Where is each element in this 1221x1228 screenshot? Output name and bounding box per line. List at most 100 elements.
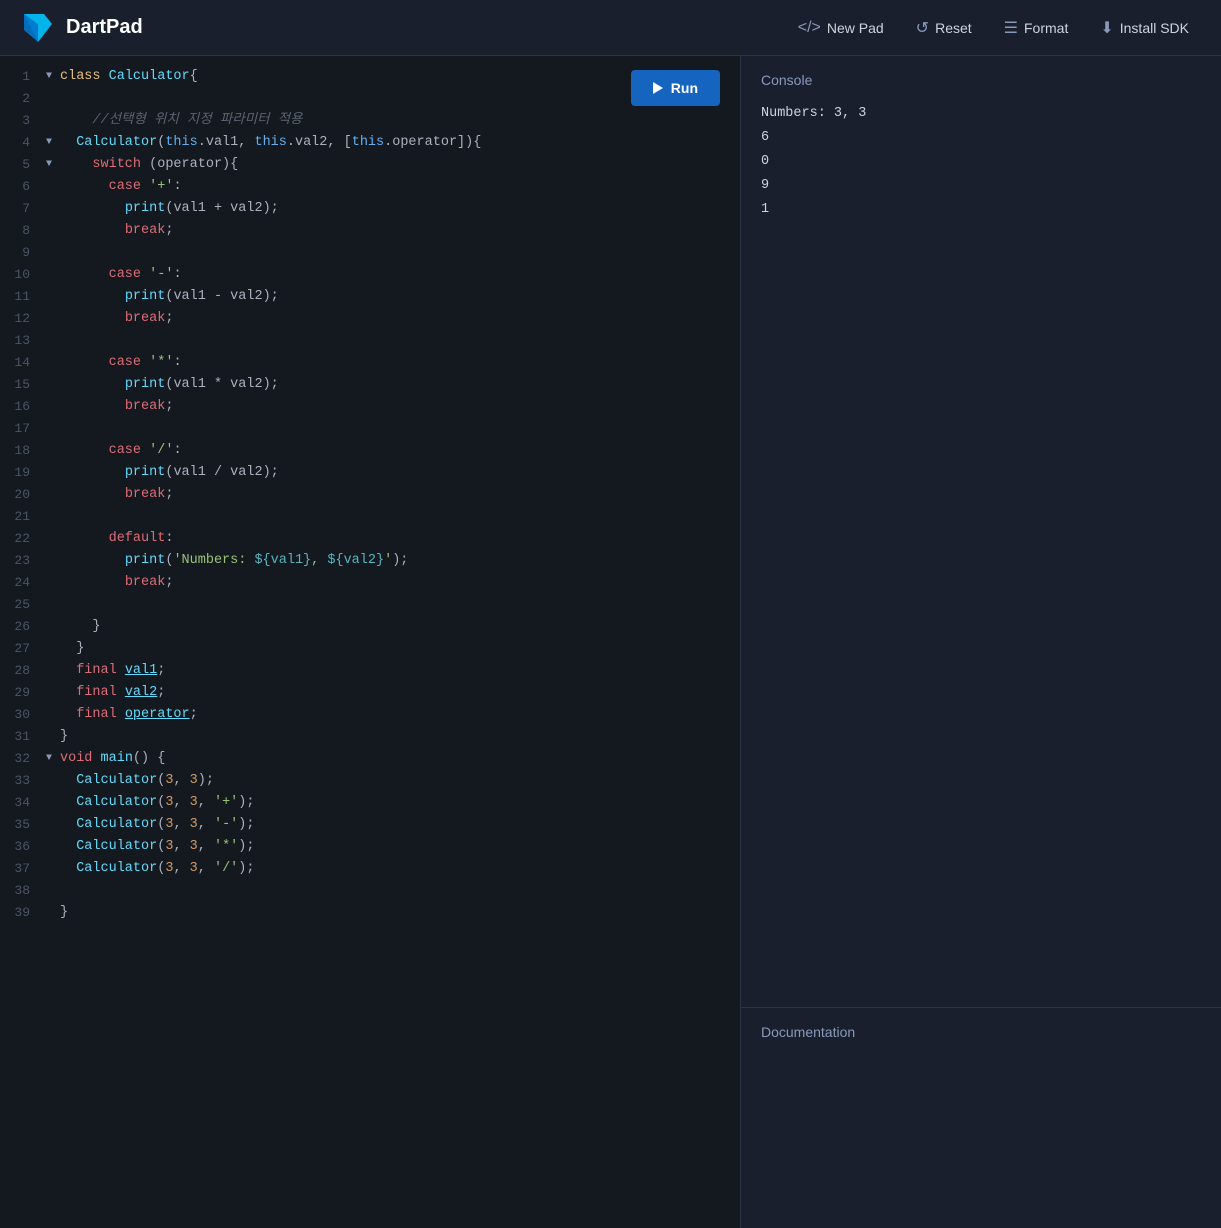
line-number: 25	[0, 594, 42, 616]
console-output: Numbers: 3, 36091	[761, 102, 1201, 222]
code-line: 31}	[0, 726, 740, 748]
line-number: 18	[0, 440, 42, 462]
code-line: 9	[0, 242, 740, 264]
line-number: 31	[0, 726, 42, 748]
reset-label: Reset	[935, 20, 972, 36]
line-content: }	[56, 902, 740, 924]
new-pad-label: New Pad	[827, 20, 884, 36]
line-number: 7	[0, 198, 42, 220]
line-content: case '/':	[56, 440, 740, 462]
line-number: 23	[0, 550, 42, 572]
line-content: break;	[56, 484, 740, 506]
line-content: case '+':	[56, 176, 740, 198]
console-title: Console	[761, 72, 1201, 88]
line-content: Calculator(3, 3, '/');	[56, 858, 740, 880]
line-content: default:	[56, 528, 740, 550]
line-number: 15	[0, 374, 42, 396]
line-number: 2	[0, 88, 42, 110]
line-number: 28	[0, 660, 42, 682]
line-number: 35	[0, 814, 42, 836]
code-line: 19 print(val1 / val2);	[0, 462, 740, 484]
line-number: 20	[0, 484, 42, 506]
format-icon: ☰	[1004, 18, 1018, 38]
download-icon: ⬇	[1100, 18, 1113, 38]
code-line: 25	[0, 594, 740, 616]
logo-area: DartPad	[20, 10, 786, 46]
line-number: 21	[0, 506, 42, 528]
code-line: 10 case '-':	[0, 264, 740, 286]
console-line: 0	[761, 150, 1201, 174]
line-content: print('Numbers: ${val1}, ${val2}');	[56, 550, 740, 572]
line-content: case '*':	[56, 352, 740, 374]
line-number: 34	[0, 792, 42, 814]
code-line: 30 final operator;	[0, 704, 740, 726]
code-line: 39}	[0, 902, 740, 924]
main-layout: Run 1▼class Calculator{23 //선택형 위치 지정 파라…	[0, 56, 1221, 1228]
code-line: 5▼ switch (operator){	[0, 154, 740, 176]
console-line: 9	[761, 174, 1201, 198]
line-content: Calculator(3, 3, '-');	[56, 814, 740, 836]
line-number: 37	[0, 858, 42, 880]
line-content: break;	[56, 308, 740, 330]
code-line: 29 final val2;	[0, 682, 740, 704]
app-title: DartPad	[66, 16, 143, 39]
line-number: 36	[0, 836, 42, 858]
line-number: 1	[0, 66, 42, 88]
line-number: 38	[0, 880, 42, 902]
line-number: 3	[0, 110, 42, 132]
line-content: print(val1 * val2);	[56, 374, 740, 396]
code-line: 1▼class Calculator{	[0, 66, 740, 88]
fold-arrow[interactable]: ▼	[42, 154, 56, 176]
code-line: 15 print(val1 * val2);	[0, 374, 740, 396]
format-button[interactable]: ☰ Format	[992, 10, 1081, 46]
run-button[interactable]: Run	[631, 70, 720, 106]
line-number: 5	[0, 154, 42, 176]
code-line: 36 Calculator(3, 3, '*');	[0, 836, 740, 858]
right-panel: Console Numbers: 3, 36091 Documentation	[741, 56, 1221, 1228]
line-content: print(val1 / val2);	[56, 462, 740, 484]
code-line: 16 break;	[0, 396, 740, 418]
code-line: 24 break;	[0, 572, 740, 594]
new-pad-button[interactable]: </> New Pad	[786, 11, 896, 45]
fold-arrow[interactable]: ▼	[42, 748, 56, 770]
line-content: }	[56, 616, 740, 638]
code-line: 3 //선택형 위치 지정 파라미터 적용	[0, 110, 740, 132]
code-line: 6 case '+':	[0, 176, 740, 198]
line-content: print(val1 - val2);	[56, 286, 740, 308]
line-number: 8	[0, 220, 42, 242]
install-sdk-label: Install SDK	[1120, 20, 1189, 36]
code-line: 20 break;	[0, 484, 740, 506]
console-line: Numbers: 3, 3	[761, 102, 1201, 126]
line-number: 9	[0, 242, 42, 264]
fold-arrow[interactable]: ▼	[42, 132, 56, 154]
line-number: 16	[0, 396, 42, 418]
console-line: 1	[761, 198, 1201, 222]
play-icon	[653, 82, 663, 94]
line-number: 19	[0, 462, 42, 484]
line-content: Calculator(this.val1, this.val2, [this.o…	[56, 132, 740, 154]
code-line: 26 }	[0, 616, 740, 638]
line-content: }	[56, 638, 740, 660]
line-number: 32	[0, 748, 42, 770]
code-editor[interactable]: 1▼class Calculator{23 //선택형 위치 지정 파라미터 적…	[0, 56, 740, 1228]
line-number: 10	[0, 264, 42, 286]
code-line: 34 Calculator(3, 3, '+');	[0, 792, 740, 814]
line-content: final val2;	[56, 682, 740, 704]
line-number: 29	[0, 682, 42, 704]
reset-button[interactable]: ↺ Reset	[904, 10, 984, 46]
install-sdk-button[interactable]: ⬇ Install SDK	[1088, 10, 1201, 46]
fold-arrow[interactable]: ▼	[42, 66, 56, 88]
code-line: 17	[0, 418, 740, 440]
dartpad-logo-icon	[20, 10, 56, 46]
line-number: 11	[0, 286, 42, 308]
code-line: 23 print('Numbers: ${val1}, ${val2}');	[0, 550, 740, 572]
line-number: 13	[0, 330, 42, 352]
documentation-title: Documentation	[761, 1024, 1201, 1040]
code-line: 7 print(val1 + val2);	[0, 198, 740, 220]
code-line: 8 break;	[0, 220, 740, 242]
line-number: 39	[0, 902, 42, 924]
line-number: 27	[0, 638, 42, 660]
line-content: break;	[56, 572, 740, 594]
line-number: 33	[0, 770, 42, 792]
code-line: 27 }	[0, 638, 740, 660]
